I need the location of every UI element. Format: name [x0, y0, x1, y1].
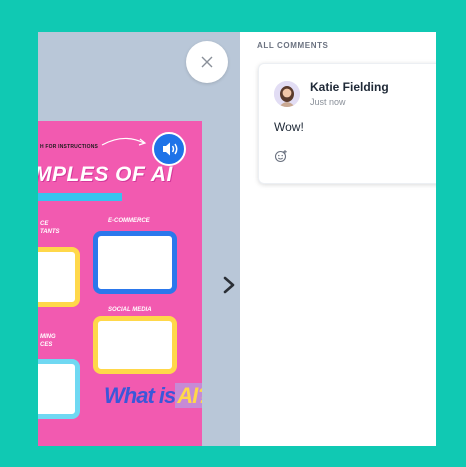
add-reaction-icon: [274, 150, 287, 163]
poster-heading: MPLES OF AI: [38, 163, 173, 186]
activity-poster: H FOR INSTRUCTIONS MPLES OF AI CE TANTS …: [38, 121, 202, 446]
label-social: SOCIAL MEDIA: [108, 307, 152, 313]
speaker-button[interactable]: [152, 132, 186, 166]
ai-text: AI?: [175, 383, 202, 408]
box-assistants: [38, 247, 80, 307]
label-gaming: MING CES: [40, 334, 56, 348]
heading-underline: [38, 193, 122, 201]
chevron-right-icon: [223, 276, 235, 294]
box-ecommerce: [93, 231, 177, 294]
box-gaming: [38, 359, 80, 419]
poster-stage: H FOR INSTRUCTIONS MPLES OF AI CE TANTS …: [38, 32, 240, 446]
comments-title: ALL COMMENTS: [257, 41, 329, 50]
poster-hint: H FOR INSTRUCTIONS: [40, 144, 99, 150]
next-button[interactable]: [217, 270, 241, 300]
app-frame: H FOR INSTRUCTIONS MPLES OF AI CE TANTS …: [38, 32, 436, 446]
comment-author[interactable]: Katie Fielding: [310, 80, 389, 94]
avatar[interactable]: [274, 81, 300, 107]
close-icon: [201, 56, 213, 68]
comments-panel: ALL COMMENTS Katie Fielding Just now Wow…: [240, 32, 436, 446]
curved-arrow-icon: [101, 137, 147, 146]
label-assistants: CE TANTS: [40, 221, 60, 235]
label-ecommerce: E-COMMERCE: [108, 218, 150, 224]
what-is-text: What is: [104, 383, 176, 408]
add-reaction-button[interactable]: [273, 148, 289, 164]
comment-time: Just now: [310, 97, 346, 107]
comment-card: Katie Fielding Just now Wow!: [258, 63, 436, 184]
user-avatar-icon: [274, 81, 300, 107]
box-social: [93, 316, 177, 374]
comment-text: Wow!: [274, 120, 304, 134]
speaker-icon: [163, 142, 178, 156]
what-is-ai: What isAI?: [104, 383, 202, 409]
close-button[interactable]: [186, 41, 228, 83]
